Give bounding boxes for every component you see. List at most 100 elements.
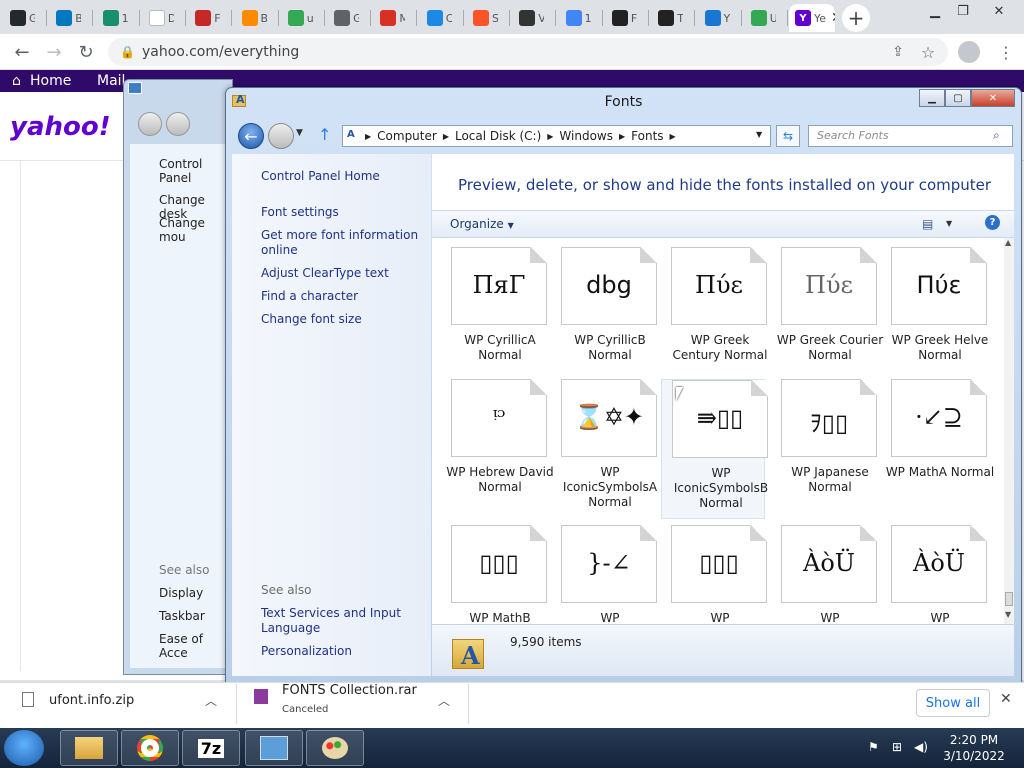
7zip-taskbar-icon[interactable]: 7z <box>182 730 240 766</box>
control-panel-home-link[interactable]: Control Panel Home <box>261 169 380 184</box>
address-dropdown-icon[interactable]: ▼ <box>756 130 762 139</box>
tab-11[interactable]: V <box>513 4 544 32</box>
font-item[interactable]: ·↙⊇ WP MathA Normal <box>881 379 994 519</box>
minimize-button[interactable]: ▁ <box>919 89 945 107</box>
show-all-button[interactable]: Show all <box>916 689 990 717</box>
download-item-1[interactable]: ufont.info.zip <box>49 693 134 708</box>
tab-7[interactable]: G <box>328 4 359 32</box>
search-fonts-input[interactable]: Search Fonts <box>808 125 1013 147</box>
tab-2[interactable]: 1 <box>97 4 128 32</box>
url-text[interactable]: yahoo.com/everything <box>142 44 299 60</box>
font-item[interactable]: Πύε WP Greek Courier Normal <box>771 247 883 387</box>
refresh-icon[interactable]: ⇆ <box>776 125 800 147</box>
vertical-scrollbar[interactable]: ▲ ▼ <box>1004 238 1014 624</box>
forward-arrow-icon[interactable] <box>268 123 294 149</box>
flag-tray-icon[interactable]: ⚑ <box>868 740 879 754</box>
tab-3[interactable]: D <box>143 4 174 32</box>
start-button[interactable] <box>4 730 44 766</box>
yahoo-nav-home[interactable]: Home <box>30 73 71 89</box>
restore-icon[interactable]: ❐ <box>948 0 978 22</box>
address-breadcrumb[interactable]: A ▶ Computer ▶ Local Disk (C:) ▶ Windows… <box>342 125 771 147</box>
tab-14[interactable]: T <box>652 4 683 32</box>
behind-see-also-1[interactable]: Taskbar <box>159 609 205 623</box>
tab-6[interactable]: u <box>282 4 313 32</box>
cleartype-link[interactable]: Adjust ClearType text <box>261 266 389 281</box>
font-item[interactable]: ｦ▯▯ WP Japanese Normal <box>771 379 877 519</box>
organize-button[interactable]: Organize ▼ <box>450 217 514 231</box>
reload-icon[interactable]: ↻ <box>72 38 100 66</box>
chevron-up-icon[interactable]: ︿ <box>205 692 217 709</box>
back-arrow-icon[interactable]: ← <box>238 123 264 149</box>
tab-13[interactable]: F <box>606 4 637 32</box>
forward-arrow-icon[interactable]: → <box>40 38 68 66</box>
font-item[interactable]: ПяΓ WP CyrillicA Normal <box>441 247 547 387</box>
font-item[interactable]: Πύε WP Greek Century Normal <box>661 247 767 387</box>
yahoo-nav-mail[interactable]: Mail <box>97 73 125 89</box>
chevron-up-icon[interactable]: ︿ <box>438 692 450 709</box>
behind-link-2[interactable]: Change mou <box>159 216 232 244</box>
network-tray-icon[interactable]: ⊞ <box>892 740 902 754</box>
volume-tray-icon[interactable]: ◀) <box>914 740 928 754</box>
tab-4[interactable]: F <box>189 4 220 32</box>
back-circle-icon[interactable] <box>138 112 162 136</box>
behind-see-also-2[interactable]: Ease of Acce <box>159 632 232 660</box>
tab-15[interactable]: Y <box>699 4 730 32</box>
scrollbar-thumb[interactable] <box>1005 592 1013 606</box>
up-arrow-icon[interactable]: ↑ <box>318 125 331 144</box>
font-settings-link[interactable]: Font settings <box>261 205 339 220</box>
tab-9[interactable]: C <box>421 4 452 32</box>
find-character-link[interactable]: Find a character <box>261 289 358 304</box>
close-button[interactable]: ✕ <box>971 89 1015 107</box>
menu-kebab-icon[interactable]: ⋮ <box>992 38 1020 66</box>
close-window-icon[interactable]: ✕ <box>984 0 1014 22</box>
font-item[interactable]: ▯▯▯ WP <box>661 525 767 624</box>
close-shelf-icon[interactable]: ✕ <box>1000 691 1012 707</box>
view-options-icon[interactable]: ▤ <box>922 217 933 231</box>
share-icon[interactable]: ⇪ <box>884 38 912 66</box>
tab-12[interactable]: 1 <box>560 4 591 32</box>
minimize-icon[interactable]: ▁ <box>920 0 950 22</box>
taskbar-clock[interactable]: 2:20 PM 3/10/2022 <box>934 732 1014 764</box>
bookmark-star-icon[interactable]: ☆ <box>914 38 942 66</box>
text-services-link[interactable]: Text Services and Input Language <box>261 606 411 636</box>
breadcrumb-windows[interactable]: Windows <box>559 129 613 143</box>
back-arrow-icon[interactable]: ← <box>8 38 36 66</box>
chevron-down-icon[interactable]: ▼ <box>946 219 952 228</box>
breadcrumb-computer[interactable]: Computer <box>377 129 437 143</box>
tab-16[interactable]: U <box>745 4 776 32</box>
more-font-info-link[interactable]: Get more font information online <box>261 228 426 258</box>
font-item[interactable]: }-∠ WP <box>551 525 657 624</box>
font-item[interactable]: ÀòÜ WP <box>881 525 987 624</box>
paint-taskbar-icon[interactable] <box>306 730 364 766</box>
tab-1[interactable]: B <box>50 4 81 32</box>
new-tab-button[interactable]: + <box>842 4 870 32</box>
search-icon[interactable]: ⌕ <box>993 128 1000 143</box>
profile-avatar-icon[interactable] <box>958 41 980 63</box>
download-item-2[interactable]: FONTS Collection.rar <box>282 683 417 698</box>
help-icon[interactable]: ? <box>985 215 1000 230</box>
personalization-link[interactable]: Personalization <box>261 644 352 659</box>
behind-link-0[interactable]: Control Panel <box>159 157 232 185</box>
tab-10[interactable]: S <box>467 4 498 32</box>
font-item[interactable]: ÀòÜ WP <box>771 525 877 624</box>
scroll-up-icon[interactable]: ▲ <box>1005 238 1011 247</box>
control-panel-taskbar-icon[interactable] <box>245 730 303 766</box>
change-font-size-link[interactable]: Change font size <box>261 312 362 327</box>
font-item[interactable]: ᵎᵓ WP Hebrew David Normal <box>441 379 554 519</box>
explorer-taskbar-icon[interactable] <box>60 730 118 766</box>
behind-see-also-0[interactable]: Display <box>159 586 203 600</box>
font-item[interactable]: ▯▯▯ WP MathB <box>441 525 547 624</box>
recent-pages-icon[interactable]: ▼ <box>296 128 303 138</box>
tab-8[interactable]: M <box>374 4 405 32</box>
font-item[interactable]: dbg WP CyrillicB Normal <box>551 247 657 387</box>
breadcrumb-fonts[interactable]: Fonts <box>631 129 663 143</box>
tab-5[interactable]: B <box>236 4 267 32</box>
tab-active[interactable]: Y Ye ✕ <box>789 4 835 32</box>
yahoo-logo[interactable]: yahoo! <box>10 112 111 142</box>
tab-0[interactable]: G <box>4 4 35 32</box>
scroll-down-icon[interactable]: ▼ <box>1005 610 1011 619</box>
font-item[interactable]: ⌛✡✦ WP IconicSymbolsA Normal <box>551 379 657 519</box>
forward-circle-icon[interactable] <box>166 112 190 136</box>
font-item[interactable]: Πύε WP Greek Helve Normal <box>881 247 988 387</box>
chrome-taskbar-icon[interactable] <box>121 730 179 766</box>
